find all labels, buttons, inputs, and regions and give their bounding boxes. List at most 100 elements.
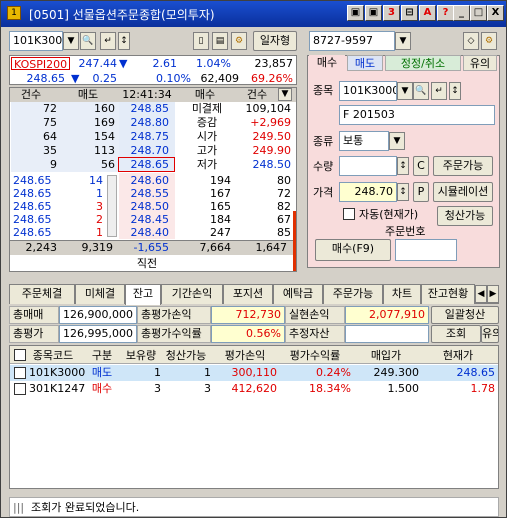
order-search-icon[interactable]: 🔍	[413, 82, 429, 100]
bid-qty: 247	[210, 226, 231, 239]
ask-price[interactable]: 248.75	[119, 130, 170, 143]
eval-pl-label: 총평가손익	[137, 306, 211, 324]
column-header: 종목코드	[32, 349, 74, 362]
tab-position[interactable]: 포지션	[223, 284, 273, 304]
eraser-icon[interactable]: ◇	[463, 32, 479, 50]
ask-price[interactable]: 248.85	[119, 102, 170, 115]
search-icon[interactable]: 🔍	[80, 32, 96, 50]
est-asset-value	[345, 325, 429, 343]
help-button[interactable]: ?	[437, 5, 454, 21]
bid-qty: 165	[210, 200, 231, 213]
select-all-checkbox[interactable]	[14, 349, 26, 361]
ask-price[interactable]: 248.70	[119, 144, 170, 157]
order-code-dropdown-icon[interactable]: ▼	[397, 82, 413, 100]
total-ask-count: 2,243	[25, 241, 58, 254]
price-spin-icon[interactable]: ↕	[397, 183, 409, 201]
bid-count: 85	[277, 226, 291, 239]
bid-price[interactable]: 248.60	[119, 174, 170, 187]
tab-executed[interactable]: 주문체결	[9, 284, 75, 304]
bid-price[interactable]: 248.40	[119, 226, 170, 239]
header-dropdown-icon[interactable]: ▼	[278, 88, 292, 101]
bid-count: 80	[277, 174, 291, 187]
gear-icon[interactable]: ⚙	[231, 32, 247, 50]
row-checkbox[interactable]	[14, 367, 26, 379]
tab-chart[interactable]: 차트	[383, 284, 421, 304]
eval-total-label: 총평가	[9, 325, 59, 343]
next-icon[interactable]: ↵	[100, 32, 116, 50]
query-button[interactable]: 조회	[431, 325, 481, 343]
price-label: 가격	[313, 186, 334, 199]
table-cell: 301K1247	[29, 382, 86, 395]
account-input[interactable]: 8727-9597	[309, 31, 395, 51]
font-button[interactable]: A	[419, 5, 436, 21]
c-button[interactable]: C	[413, 156, 429, 176]
eval-total-value: 126,995,000	[59, 325, 137, 343]
tab-buy[interactable]: 매수	[309, 55, 345, 71]
table-cell: 매도	[91, 366, 113, 379]
kospi-volume: 23,857	[254, 57, 294, 70]
layout-icon[interactable]: ▣	[347, 5, 364, 21]
title-bar: 1 [0501] 선물옵션주문종합(모의투자) ▣ ▣ 3 ⊟ A ? _ □ …	[1, 1, 506, 27]
order-spin-icon[interactable]: ↕	[449, 82, 461, 100]
tab-unexecuted[interactable]: 미체결	[75, 284, 125, 304]
tab-left-icon[interactable]: ◀	[475, 285, 487, 303]
qty-spin-icon[interactable]: ↕	[397, 157, 409, 175]
table-cell: 1.78	[470, 382, 496, 395]
stat-label: 미결제	[191, 102, 223, 115]
price-input[interactable]: 248.70	[339, 182, 397, 202]
tab-period-pl[interactable]: 기간손익	[161, 284, 223, 304]
ask-price[interactable]: 248.80	[119, 116, 170, 129]
liquidable-button[interactable]: 청산가능	[437, 206, 493, 226]
date-type-button[interactable]: 일자형	[253, 31, 297, 51]
close-button[interactable]: X	[487, 5, 504, 21]
tab-orderable[interactable]: 주문가능	[323, 284, 383, 304]
screen-3-button[interactable]: 3	[383, 5, 400, 21]
row-checkbox[interactable]	[14, 383, 26, 395]
tab-balance[interactable]: 잔고	[125, 284, 161, 305]
stat-value: +2,969	[250, 116, 291, 129]
bid-price[interactable]: 248.55	[119, 187, 170, 200]
futures-code-input[interactable]: 101K3000	[9, 31, 63, 51]
order-type-select[interactable]: 보통	[339, 131, 389, 151]
order-next-icon[interactable]: ↵	[431, 82, 447, 100]
kospi-value: 247.44	[78, 57, 118, 70]
p-button[interactable]: P	[413, 182, 429, 202]
window-icon[interactable]: ▣	[365, 5, 382, 21]
bid-scrollbar[interactable]	[107, 175, 117, 237]
ask-count: 64	[43, 130, 57, 143]
clear-all-button[interactable]: 일괄청산	[431, 306, 499, 324]
copy-icon[interactable]: ▯	[193, 32, 209, 50]
bid-fill-qty: 14	[89, 174, 103, 187]
tab-modify[interactable]: 정정/취소	[385, 55, 461, 71]
bid-fill-qty: 2	[96, 213, 103, 226]
tab-note[interactable]: 유의	[463, 55, 497, 71]
link-icon[interactable]: ⊟	[401, 5, 418, 21]
tab-sell[interactable]: 매도	[347, 55, 383, 71]
spin-icon[interactable]: ↕	[118, 32, 130, 50]
bid-price[interactable]: 248.45	[119, 213, 170, 226]
ask-qty: 56	[101, 158, 115, 171]
bid-price[interactable]: 248.50	[119, 200, 170, 213]
available-qty-button[interactable]: 주문가능	[433, 156, 493, 176]
type-dropdown-icon[interactable]: ▼	[389, 132, 405, 150]
eval-rate-value: 0.56%	[211, 325, 285, 343]
minimize-button[interactable]: _	[453, 5, 470, 21]
tab-right-icon[interactable]: ▶	[487, 285, 499, 303]
tab-balance-status[interactable]: 잔고현황	[421, 284, 475, 304]
maximize-button[interactable]: □	[470, 5, 487, 21]
buy-button[interactable]: 매수(F9)	[315, 239, 391, 261]
note-button[interactable]: 유의	[481, 325, 499, 343]
qty-input[interactable]	[339, 156, 397, 176]
account-dropdown-icon[interactable]: ▼	[395, 32, 411, 50]
save-icon[interactable]: ▤	[212, 32, 228, 50]
tab-deposit[interactable]: 예탁금	[273, 284, 323, 304]
dropdown-icon[interactable]: ▼	[63, 32, 79, 50]
table-cell: 412,620	[231, 382, 278, 395]
stat-value: 248.50	[252, 158, 292, 171]
simulation-button[interactable]: 시뮬레이션	[433, 182, 493, 202]
futures-down-arrow-icon: ▼	[71, 72, 80, 85]
column-header: 현재가	[442, 349, 474, 362]
settings-gear-icon[interactable]: ⚙	[481, 32, 497, 50]
order-code-input[interactable]: 101K3000	[339, 81, 397, 101]
auto-price-checkbox[interactable]	[343, 208, 355, 220]
